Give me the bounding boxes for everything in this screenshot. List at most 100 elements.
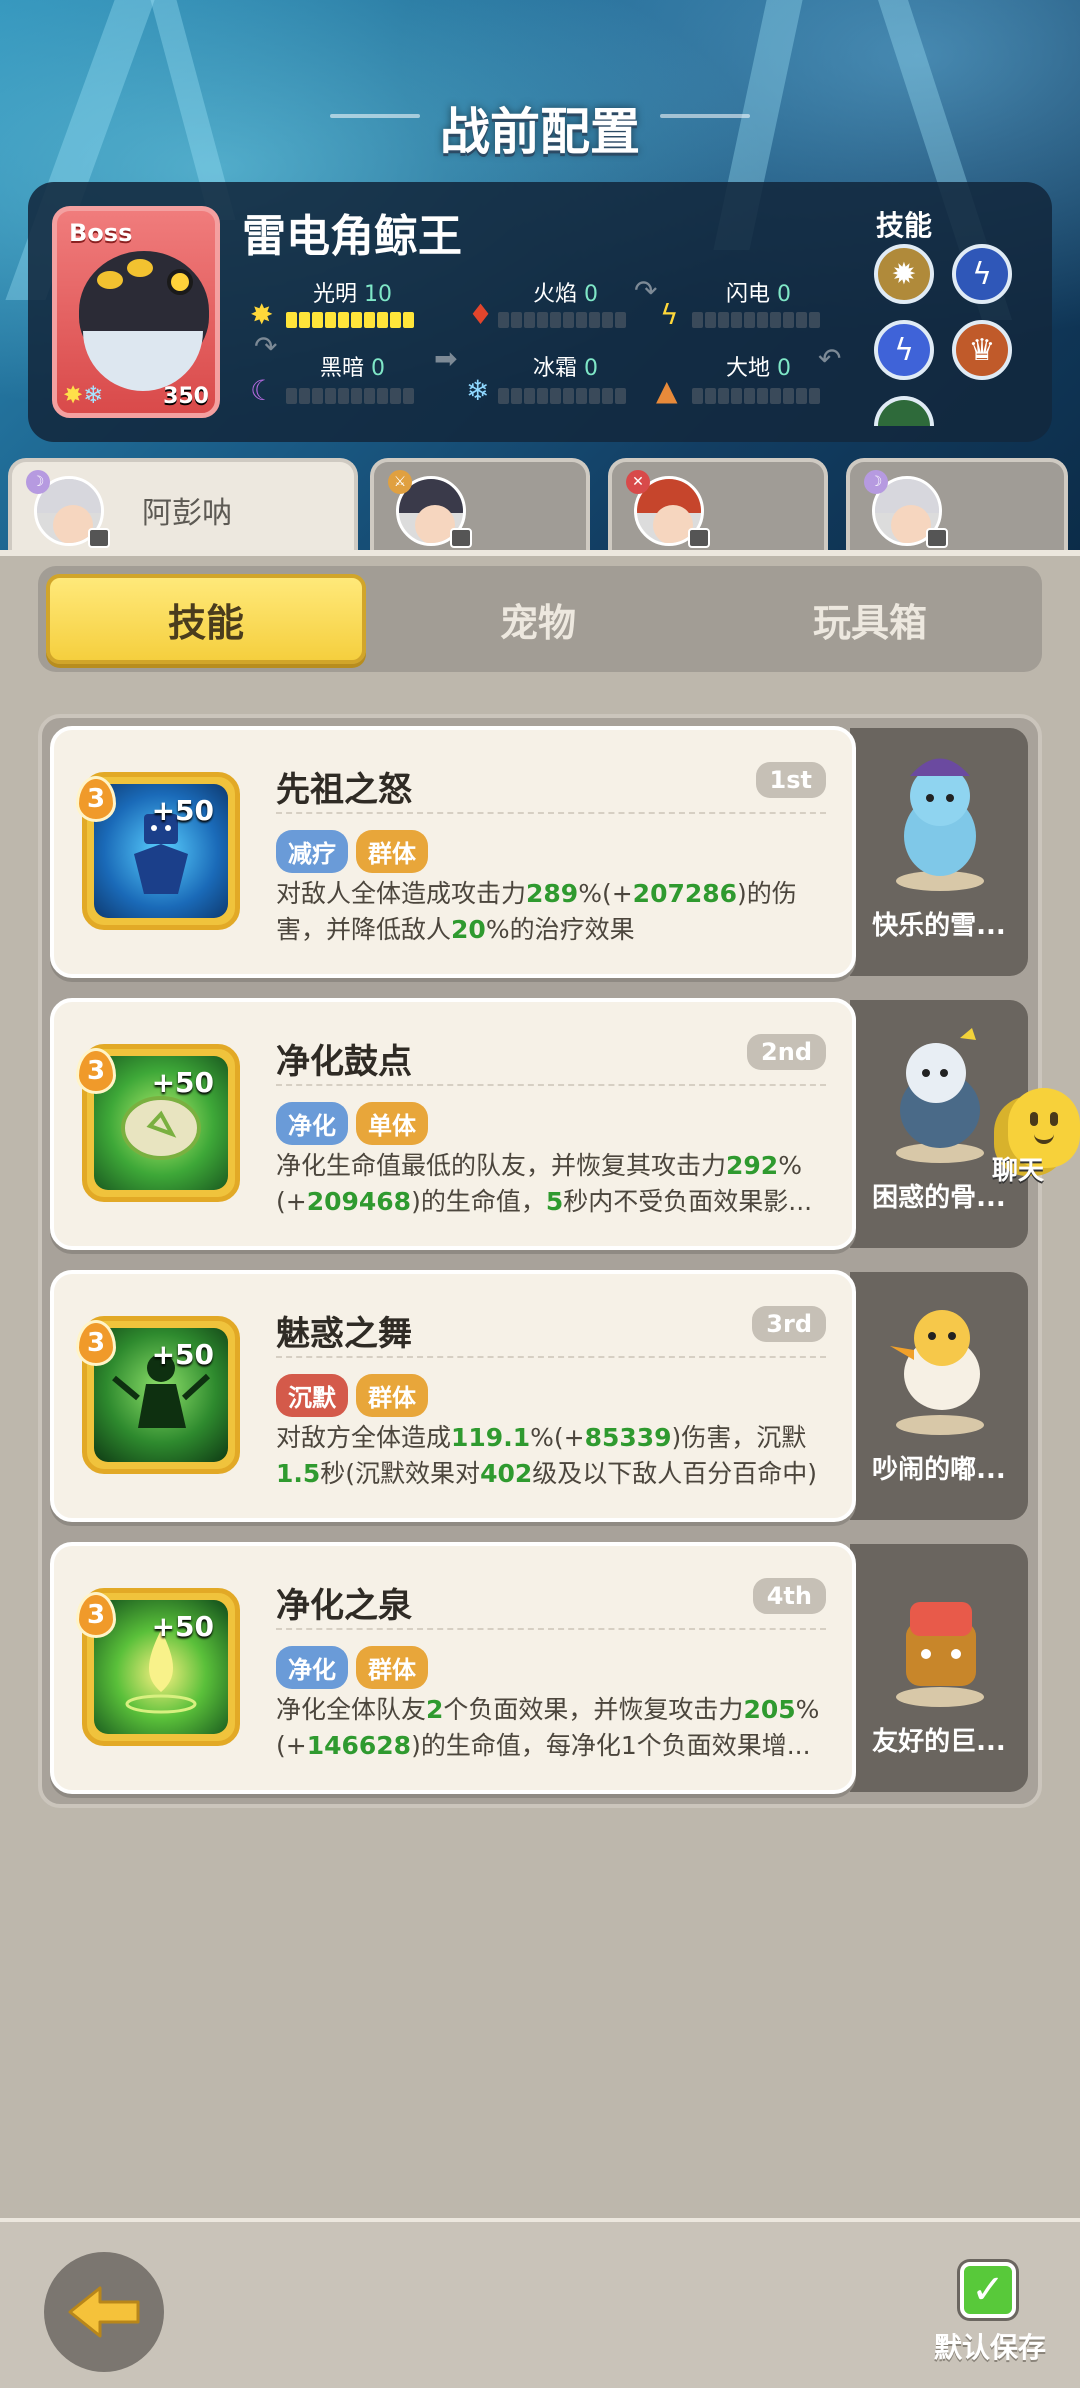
- skill-card-1[interactable]: +50 3 先祖之怒 1st 减疗 群体 对敌人全体造成攻击力289%(+207…: [50, 726, 856, 978]
- element-light-bar: [286, 312, 414, 328]
- boss-level: 350: [163, 384, 209, 409]
- element-lightning-label: 闪电 0: [726, 282, 792, 307]
- pet-figure: [890, 1310, 984, 1435]
- element-bar-segment: [563, 388, 574, 404]
- skill-tag: 净化: [276, 1102, 348, 1145]
- element-bar-segment: [403, 312, 414, 328]
- back-button[interactable]: [44, 2252, 164, 2372]
- hero-tab-1[interactable]: ☽ 阿彭呐: [8, 458, 358, 550]
- element-bar-segment: [576, 388, 587, 404]
- pet-figure: [896, 1028, 984, 1163]
- element-bar-segment: [498, 388, 509, 404]
- element-bar-segment: [731, 388, 742, 404]
- boss-name: 雷电角鲸王: [242, 211, 462, 262]
- element-bar-segment: [744, 312, 755, 328]
- hero-tab-2[interactable]: ⚔: [370, 458, 590, 550]
- pet-figure: [896, 758, 984, 891]
- hero-tab-4[interactable]: ☽: [846, 458, 1068, 550]
- element-bar-segment: [705, 312, 716, 328]
- element-bar-segment: [338, 388, 349, 404]
- hero-class-icon: ⚔: [388, 470, 412, 494]
- pet-slot-1[interactable]: 快乐的雪...: [850, 728, 1028, 976]
- divider: [276, 1628, 826, 1630]
- hero-tab-3[interactable]: ✕: [608, 458, 828, 550]
- boss-portrait[interactable]: Boss ✸❄ 350: [52, 206, 220, 418]
- chat-eye: [1030, 1112, 1038, 1126]
- hero-class-icon: ☽: [864, 470, 888, 494]
- lightning-icon: ϟ: [660, 298, 679, 331]
- element-bar-segment: [403, 388, 414, 404]
- pet-slot-2[interactable]: 困惑的骨...: [850, 1000, 1028, 1248]
- element-bar-segment: [602, 312, 613, 328]
- element-bar-segment: [550, 388, 561, 404]
- skill-level-badge: 3: [76, 1592, 116, 1638]
- element-bar-segment: [351, 312, 362, 328]
- element-light-label: 光明 10: [313, 282, 393, 307]
- cycle-arrow-icon: ↷: [634, 274, 658, 307]
- element-bar-segment: [692, 312, 703, 328]
- boss-skill-bolt-icon[interactable]: ϟ: [874, 320, 934, 380]
- boss-skill-golem-icon[interactable]: ✹: [874, 244, 934, 304]
- element-bar-segment: [692, 388, 703, 404]
- controller-icon: [688, 528, 710, 548]
- hero-class-icon: ☽: [26, 470, 50, 494]
- tab-pets[interactable]: 宠物: [378, 574, 698, 664]
- element-dark-label: 黑暗 0: [320, 356, 386, 381]
- skill-rank: 3rd: [752, 1306, 826, 1342]
- element-bar-segment: [364, 312, 375, 328]
- element-bar-segment: [809, 388, 820, 404]
- skill-card-3[interactable]: +50 3 魅惑之舞 3rd 沉默 群体 对敌方全体造成119.1%(+8533…: [50, 1270, 856, 1522]
- mountain-icon: ▲: [656, 374, 678, 407]
- element-bar-segment: [731, 312, 742, 328]
- skill-description: 对敌人全体造成攻击力289%(+207286)的伤害，并降低敌人20%的治疗效果: [276, 879, 797, 944]
- skill-tag: 沉默: [276, 1374, 348, 1417]
- boss-skill-lightning-icon[interactable]: ϟ: [952, 244, 1012, 304]
- whale-spot: [97, 271, 123, 289]
- cycle-arrow-icon: ↶: [818, 342, 842, 375]
- divider: [276, 1356, 826, 1358]
- controller-icon: [926, 528, 948, 548]
- element-bar-segment: [312, 388, 323, 404]
- hero-name: 阿彭呐: [142, 496, 232, 531]
- pet-slot-4[interactable]: 友好的巨...: [850, 1544, 1028, 1792]
- pet-slot-3[interactable]: 吵闹的嘟...: [850, 1272, 1028, 1520]
- skill-description: 净化生命值最低的队友，并恢复其攻击力292%(+209468)的生命值，5秒内不…: [276, 1151, 813, 1216]
- element-bar-segment: [796, 312, 807, 328]
- element-bar-segment: [537, 388, 548, 404]
- boss-skill-crown-icon[interactable]: ♛: [952, 320, 1012, 380]
- skill-description: 净化全体队友2个负面效果，并恢复攻击力205%(+146628)的生命值，每净化…: [276, 1695, 820, 1760]
- element-bar-segment: [757, 388, 768, 404]
- snowflake-icon: ❄: [466, 374, 490, 407]
- controller-icon: [450, 528, 472, 548]
- tab-toybox[interactable]: 玩具箱: [710, 574, 1030, 664]
- element-bar-segment: [377, 388, 388, 404]
- element-bar-segment: [377, 312, 388, 328]
- boss-skill-partial-icon[interactable]: [874, 396, 934, 426]
- skill-tag: 群体: [356, 830, 428, 873]
- element-bar-segment: [757, 312, 768, 328]
- pet-name: 友好的巨...: [872, 1727, 1006, 1757]
- element-bar-segment: [589, 388, 600, 404]
- skill-tag: 净化: [276, 1646, 348, 1689]
- default-save-checkbox[interactable]: ✓: [960, 2262, 1016, 2318]
- element-bar-segment: [718, 312, 729, 328]
- hero-class-icon: ✕: [626, 470, 650, 494]
- element-bar-segment: [312, 312, 323, 328]
- element-bar-segment: [524, 312, 535, 328]
- skill-level-badge: 3: [76, 1320, 116, 1366]
- element-bar-segment: [783, 388, 794, 404]
- element-bar-segment: [796, 388, 807, 404]
- boss-element-icons: ✸❄: [63, 381, 104, 409]
- element-bar-segment: [589, 312, 600, 328]
- tab-skills[interactable]: 技能: [46, 574, 366, 664]
- skill-card-4[interactable]: +50 3 净化之泉 4th 净化 群体 净化全体队友2个负面效果，并恢复攻击力…: [50, 1542, 856, 1794]
- element-bar-segment: [550, 312, 561, 328]
- element-bar-segment: [286, 388, 297, 404]
- element-bar-segment: [770, 312, 781, 328]
- element-bar-segment: [537, 312, 548, 328]
- element-bar-segment: [390, 312, 401, 328]
- element-bar-segment: [705, 388, 716, 404]
- skill-card-2[interactable]: +50 3 净化鼓点 2nd 净化 单体 净化生命值最低的队友，并恢复其攻击力2…: [50, 998, 856, 1250]
- element-bar-segment: [351, 388, 362, 404]
- skill-rank: 1st: [755, 762, 826, 798]
